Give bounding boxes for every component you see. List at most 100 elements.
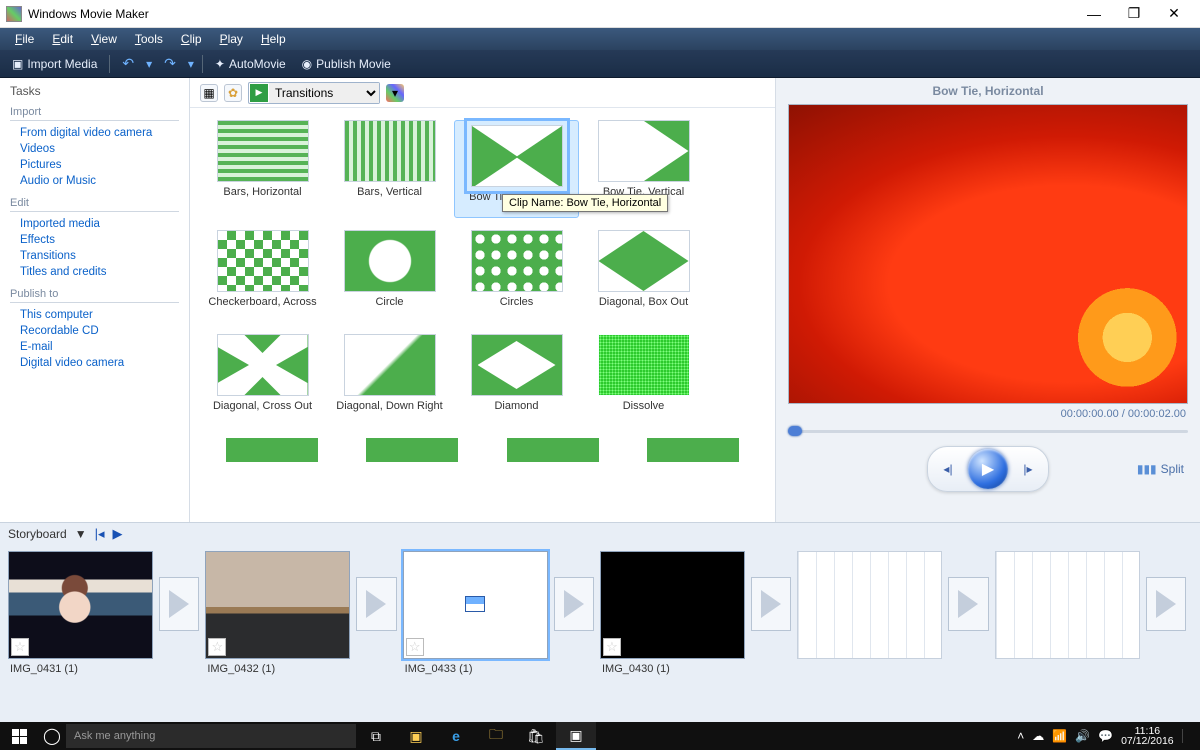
storyboard-play-button[interactable]: ▶ — [113, 526, 123, 542]
task-publish-dv[interactable]: Digital video camera — [10, 355, 179, 371]
onedrive-icon[interactable]: ☁ — [1032, 729, 1044, 743]
redo-dropdown[interactable]: ▾ — [188, 57, 194, 71]
transition-thumb[interactable]: Bars, Horizontal — [200, 120, 325, 218]
show-desktop-button[interactable] — [1182, 729, 1192, 743]
storyboard-clip[interactable]: ☆IMG_0430 (1) — [600, 551, 745, 675]
play-button[interactable]: ▶ — [968, 449, 1008, 489]
network-icon[interactable]: 📶 — [1052, 729, 1067, 743]
transition-thumb[interactable]: Diamond — [454, 334, 579, 426]
clip-label: IMG_0432 (1) — [205, 659, 350, 675]
collection-grid-scroll[interactable]: Bars, HorizontalBars, VerticalBow Tie, H… — [190, 108, 775, 522]
automovie-button[interactable]: ✦ AutoMovie — [211, 55, 290, 73]
task-publish-email[interactable]: E-mail — [10, 339, 179, 355]
task-titles[interactable]: Titles and credits — [10, 264, 179, 280]
cortana-icon[interactable]: ◯ — [38, 726, 66, 746]
transition-thumb[interactable]: Checkerboard, Across — [200, 230, 325, 322]
partial-thumb[interactable] — [507, 438, 599, 462]
taskbar-clock[interactable]: 11:16 07/12/2016 — [1121, 726, 1174, 747]
movie-maker-taskbar-icon[interactable]: ▣ — [556, 722, 596, 750]
view-collections-icon[interactable]: ✿ — [224, 84, 242, 102]
collection-combo[interactable]: ▶ Transitions — [248, 82, 380, 104]
storyboard-transition-slot[interactable] — [554, 577, 594, 631]
start-button[interactable] — [0, 722, 38, 750]
transition-preview-icon — [217, 334, 309, 396]
clock-date: 07/12/2016 — [1121, 736, 1174, 747]
partial-thumb[interactable] — [366, 438, 458, 462]
file-explorer-icon[interactable]: ▣ — [396, 722, 436, 750]
transition-thumb[interactable]: Circles — [454, 230, 579, 322]
collection-select[interactable]: Transitions — [269, 83, 379, 103]
storyboard-track[interactable]: ☆IMG_0431 (1)☆IMG_0432 (1)☆IMG_0433 (1)☆… — [0, 545, 1200, 722]
partial-thumb[interactable] — [647, 438, 739, 462]
task-effects[interactable]: Effects — [10, 232, 179, 248]
effect-star-icon[interactable]: ☆ — [208, 638, 226, 656]
task-import-camera[interactable]: From digital video camera — [10, 125, 179, 141]
transition-thumb[interactable]: Dissolve — [581, 334, 706, 426]
menu-file[interactable]: File — [6, 29, 43, 49]
partial-thumb[interactable] — [226, 438, 318, 462]
split-button[interactable]: ▮▮▮ Split — [1137, 462, 1184, 476]
redo-button[interactable]: ↷ — [160, 53, 180, 74]
storyboard-clip[interactable]: ☆ IMG_0432 (1) — [205, 551, 350, 675]
storyboard-empty-slot[interactable] — [797, 551, 942, 659]
thumbnail-view-icon[interactable]: ▾ — [386, 84, 404, 102]
preview-seek-slider[interactable] — [788, 424, 1188, 438]
prev-frame-button[interactable]: ◂| — [936, 457, 960, 481]
transition-thumb[interactable]: Diagonal, Down Right — [327, 334, 452, 426]
menu-tools[interactable]: Tools — [126, 29, 172, 49]
storyboard-transition-slot[interactable] — [356, 577, 396, 631]
undo-button[interactable]: ↶ — [118, 53, 138, 74]
task-transitions[interactable]: Transitions — [10, 248, 179, 264]
slider-knob[interactable] — [788, 426, 802, 436]
storyboard-header: Storyboard ▼ |◂ ▶ — [0, 523, 1200, 545]
effect-star-icon[interactable]: ☆ — [11, 638, 29, 656]
preview-monitor[interactable] — [788, 104, 1188, 404]
transition-preview-icon — [471, 334, 563, 396]
combo-icon: ▶ — [250, 84, 268, 102]
task-view-icon[interactable]: ⧉ — [356, 722, 396, 750]
undo-dropdown[interactable]: ▾ — [146, 57, 152, 71]
effect-star-icon[interactable]: ☆ — [406, 638, 424, 656]
storyboard-view-dropdown[interactable]: ▼ — [75, 527, 87, 541]
close-button[interactable]: ✕ — [1154, 0, 1194, 28]
effect-star-icon[interactable]: ☆ — [603, 638, 621, 656]
transition-thumb[interactable]: Circle — [327, 230, 452, 322]
menu-play[interactable]: Play — [211, 29, 252, 49]
storyboard-clip[interactable]: ☆IMG_0433 (1) — [403, 551, 548, 675]
storyboard-transition-slot[interactable] — [1146, 577, 1186, 631]
task-import-audio[interactable]: Audio or Music — [10, 173, 179, 189]
storyboard-transition-slot[interactable] — [159, 577, 199, 631]
folder-icon[interactable]: 🗀 — [476, 722, 516, 750]
task-imported-media[interactable]: Imported media — [10, 216, 179, 232]
transition-preview-icon — [471, 230, 563, 292]
storyboard-rewind-button[interactable]: |◂ — [95, 526, 105, 542]
transition-thumb[interactable]: Diagonal, Cross Out — [200, 334, 325, 426]
transition-thumb[interactable]: Bars, Vertical — [327, 120, 452, 218]
maximize-button[interactable]: ❐ — [1114, 0, 1154, 28]
menu-edit[interactable]: Edit — [43, 29, 82, 49]
notifications-icon[interactable]: 💬 — [1098, 729, 1113, 743]
import-media-button[interactable]: ▣ Import Media — [8, 55, 101, 73]
storyboard-empty-slot[interactable] — [995, 551, 1140, 659]
storyboard-transition-slot[interactable] — [948, 577, 988, 631]
edge-icon[interactable]: e — [436, 722, 476, 750]
menu-view[interactable]: View — [82, 29, 126, 49]
taskbar-search[interactable]: Ask me anything — [66, 724, 356, 748]
menu-help[interactable]: Help — [252, 29, 295, 49]
split-label: Split — [1161, 462, 1184, 476]
task-publish-computer[interactable]: This computer — [10, 307, 179, 323]
minimize-button[interactable]: — — [1074, 0, 1114, 28]
tray-chevron-icon[interactable]: ˄ — [1017, 729, 1024, 743]
task-import-videos[interactable]: Videos — [10, 141, 179, 157]
task-import-pictures[interactable]: Pictures — [10, 157, 179, 173]
transition-thumb[interactable]: Diagonal, Box Out — [581, 230, 706, 322]
task-publish-cd[interactable]: Recordable CD — [10, 323, 179, 339]
menu-clip[interactable]: Clip — [172, 29, 211, 49]
view-tasks-icon[interactable]: ▦ — [200, 84, 218, 102]
store-icon[interactable]: 🛍 — [516, 722, 556, 750]
volume-icon[interactable]: 🔊 — [1075, 729, 1090, 743]
next-frame-button[interactable]: |▸ — [1016, 457, 1040, 481]
storyboard-transition-slot[interactable] — [751, 577, 791, 631]
storyboard-clip[interactable]: ☆IMG_0431 (1) — [8, 551, 153, 675]
publish-movie-button[interactable]: ◉ Publish Movie — [298, 55, 395, 73]
